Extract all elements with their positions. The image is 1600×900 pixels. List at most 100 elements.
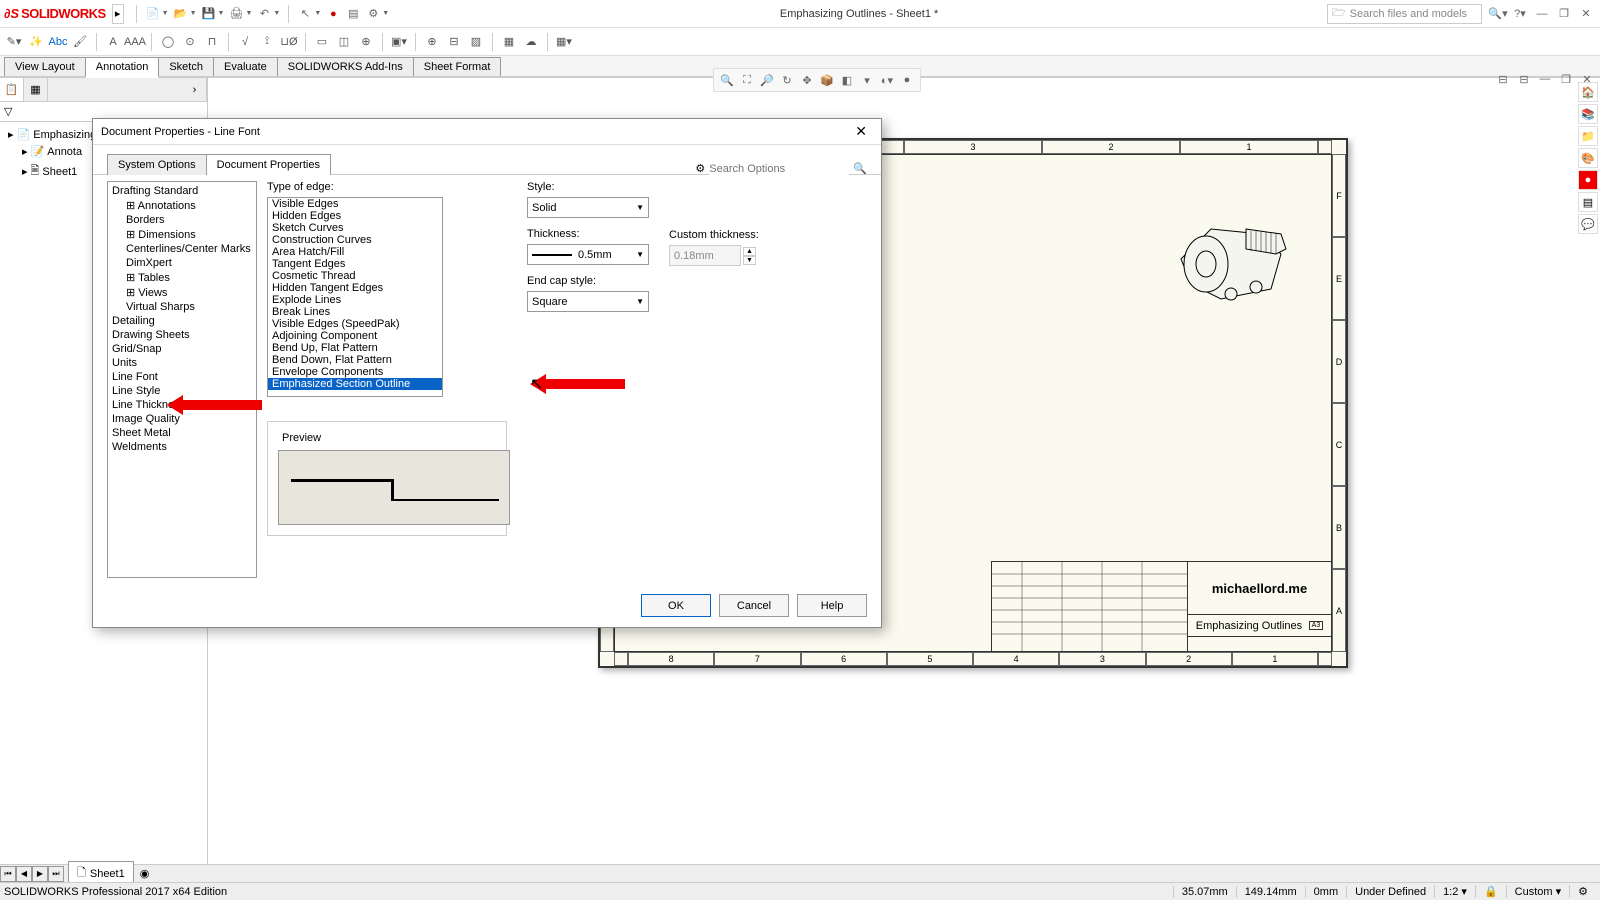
props-tree-item[interactable]: ⊞ Annotations — [110, 198, 254, 213]
search-box[interactable]: 🗁 Search files and models — [1327, 4, 1482, 24]
gtol-icon[interactable]: ▭ — [312, 32, 332, 52]
balloon-icon[interactable]: ◯ — [158, 32, 178, 52]
first-sheet-button[interactable]: ⏮ — [0, 866, 16, 882]
help-icon[interactable]: ?▾ — [1510, 4, 1530, 24]
pan-icon[interactable]: ✥ — [798, 71, 816, 89]
file-explorer-icon[interactable]: 📁 — [1578, 126, 1598, 146]
logo-dropdown[interactable]: ▸ — [112, 4, 124, 24]
rebuild-icon[interactable]: ● — [323, 4, 343, 24]
isometric-view[interactable] — [1151, 179, 1301, 329]
hide-show-icon[interactable]: ◐▾ — [878, 71, 896, 89]
edge-type-item[interactable]: Break Lines — [268, 306, 442, 318]
edge-type-item[interactable]: Cosmetic Thread — [268, 270, 442, 282]
revision-icon[interactable]: ▨ — [466, 32, 486, 52]
block-icon[interactable]: ▣▾ — [389, 32, 409, 52]
open-file-icon[interactable]: 📂 — [171, 4, 191, 24]
settings-icon[interactable]: ⚙ — [363, 4, 383, 24]
spell-check-icon[interactable]: Abc — [48, 32, 68, 52]
props-tree-item[interactable]: Drafting Standard — [110, 184, 254, 198]
panel-tab-property[interactable]: ▦ — [24, 78, 48, 101]
edge-type-item[interactable]: Area Hatch/Fill — [268, 246, 442, 258]
props-tree-item[interactable]: Virtual Sharps — [110, 300, 254, 314]
props-tree-item[interactable]: Borders — [110, 213, 254, 227]
zoom-fit-icon[interactable]: 🔍 — [718, 71, 736, 89]
custom-thickness-input[interactable] — [669, 245, 741, 266]
edge-type-list[interactable]: Visible EdgesHidden EdgesSketch Curves Co… — [267, 197, 443, 397]
prev-sheet-button[interactable]: ◀ — [16, 866, 32, 882]
tab-addins[interactable]: SOLIDWORKS Add-Ins — [277, 57, 414, 76]
zoom-sel-icon[interactable]: 🔎 — [758, 71, 776, 89]
edge-type-item[interactable]: Hidden Edges — [268, 210, 442, 222]
help-button[interactable]: Help — [797, 594, 867, 617]
tab-evaluate[interactable]: Evaluate — [213, 57, 278, 76]
surface-finish-icon[interactable]: √ — [235, 32, 255, 52]
tables-icon[interactable]: ▦▾ — [554, 32, 574, 52]
add-sheet-button[interactable]: ◉ — [134, 867, 156, 880]
spinner-down[interactable]: ▼ — [743, 256, 756, 265]
props-tree-item[interactable]: Drawing Sheets — [110, 328, 254, 342]
zoom-area-icon[interactable]: ⛶ — [738, 71, 756, 89]
close-app-icon[interactable]: ✕ — [1576, 4, 1596, 24]
edge-type-item[interactable]: Sketch Curves — [268, 222, 442, 234]
select-icon[interactable]: ↖ — [295, 4, 315, 24]
datum-target-icon[interactable]: ⊕ — [356, 32, 376, 52]
linear-note-icon[interactable]: AAA — [125, 32, 145, 52]
edge-type-item[interactable]: Explode Lines — [268, 294, 442, 306]
weld-symbol-icon[interactable]: ⟟ — [257, 32, 277, 52]
appearances-icon[interactable]: ● — [1578, 170, 1598, 190]
next-sheet-button[interactable]: ▶ — [32, 866, 48, 882]
status-scale[interactable]: 1:2 ▾ — [1434, 885, 1475, 898]
edge-type-item[interactable]: Tangent Edges — [268, 258, 442, 270]
last-sheet-button[interactable]: ⏭ — [48, 866, 64, 882]
props-tree-item[interactable]: Centerlines/Center Marks — [110, 242, 254, 256]
save-icon[interactable]: 💾 — [199, 4, 219, 24]
tab-annotation[interactable]: Annotation — [85, 57, 160, 78]
win-min-icon[interactable]: — — [1536, 70, 1554, 88]
search-dropdown-icon[interactable]: 🔍▾ — [1488, 4, 1508, 24]
cancel-button[interactable]: Cancel — [719, 594, 789, 617]
edge-type-item[interactable]: Hidden Tangent Edges — [268, 282, 442, 294]
dialog-close-button[interactable]: ✕ — [849, 121, 873, 142]
win-next-icon[interactable]: ⊟ — [1515, 70, 1533, 88]
props-tree-item[interactable]: ⊞ Dimensions — [110, 227, 254, 242]
props-tree-item[interactable]: Weldments — [110, 440, 254, 454]
win-prev-icon[interactable]: ⊟ — [1494, 70, 1512, 88]
rotate-icon[interactable]: ↻ — [778, 71, 796, 89]
section-view-icon[interactable]: ◧ — [838, 71, 856, 89]
appearance-icon[interactable]: ● — [898, 71, 916, 89]
dialog-search-input[interactable] — [709, 163, 849, 175]
minimize-icon[interactable]: — — [1532, 4, 1552, 24]
options-list-icon[interactable]: ▤ — [343, 4, 363, 24]
edge-type-item[interactable]: Visible Edges — [268, 198, 442, 210]
resources-icon[interactable]: 🏠 — [1578, 82, 1598, 102]
edge-type-item[interactable]: Visible Edges (SpeedPak) — [268, 318, 442, 330]
props-tree-item[interactable]: DimXpert — [110, 256, 254, 270]
edge-type-item[interactable]: Adjoining Component — [268, 330, 442, 342]
spinner-up[interactable]: ▲ — [743, 247, 756, 256]
tab-sketch[interactable]: Sketch — [158, 57, 214, 76]
props-tree-item[interactable]: ⊞ Views — [110, 285, 254, 300]
3d-view-icon[interactable]: 📦 — [818, 71, 836, 89]
design-library-icon[interactable]: 📚 — [1578, 104, 1598, 124]
dialog-search[interactable]: ⚙ 🔍 — [695, 162, 867, 175]
area-hatch-icon[interactable]: ▦ — [499, 32, 519, 52]
panel-tab-expand[interactable]: › — [183, 78, 207, 101]
auto-balloon-icon[interactable]: ⊙ — [180, 32, 200, 52]
style-combo[interactable]: Solid▼ — [527, 197, 649, 218]
note-icon[interactable]: A — [103, 32, 123, 52]
endcap-combo[interactable]: Square▼ — [527, 291, 649, 312]
print-icon[interactable]: 🖨 — [226, 4, 246, 24]
status-settings-icon[interactable]: ⚙ — [1569, 885, 1596, 898]
properties-tree[interactable]: Drafting Standard⊞ AnnotationsBorders⊞ D… — [107, 181, 257, 578]
edge-type-item[interactable]: Bend Down, Flat Pattern — [268, 354, 442, 366]
edge-type-item[interactable]: Emphasized Section Outline — [268, 378, 442, 390]
win-max-icon[interactable]: ❐ — [1557, 70, 1575, 88]
view-palette-icon[interactable]: 🎨 — [1578, 148, 1598, 168]
props-tree-item[interactable]: Line Font — [110, 370, 254, 384]
datum-feature-icon[interactable]: ◫ — [334, 32, 354, 52]
forum-icon[interactable]: 💬 — [1578, 214, 1598, 234]
magnetic-line-icon[interactable]: ⊓ — [202, 32, 222, 52]
ok-button[interactable]: OK — [641, 594, 711, 617]
props-tree-item[interactable]: Units — [110, 356, 254, 370]
undo-icon[interactable]: ↶ — [254, 4, 274, 24]
